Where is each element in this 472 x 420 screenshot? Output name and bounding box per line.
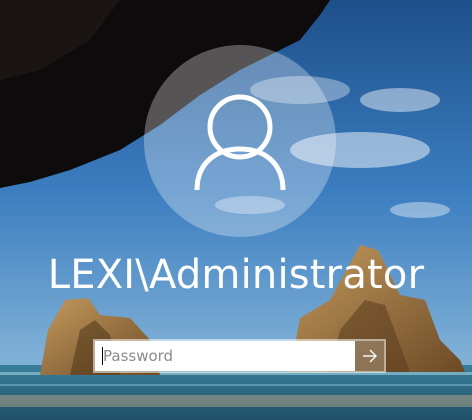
user-icon xyxy=(194,94,286,191)
user-display-name: LEXI\Administrator xyxy=(47,252,425,298)
password-field-container xyxy=(93,339,386,373)
user-avatar xyxy=(144,45,336,237)
password-input[interactable] xyxy=(95,341,355,371)
submit-button[interactable] xyxy=(355,341,384,371)
arrow-right-icon xyxy=(363,349,377,363)
text-caret xyxy=(102,347,103,365)
